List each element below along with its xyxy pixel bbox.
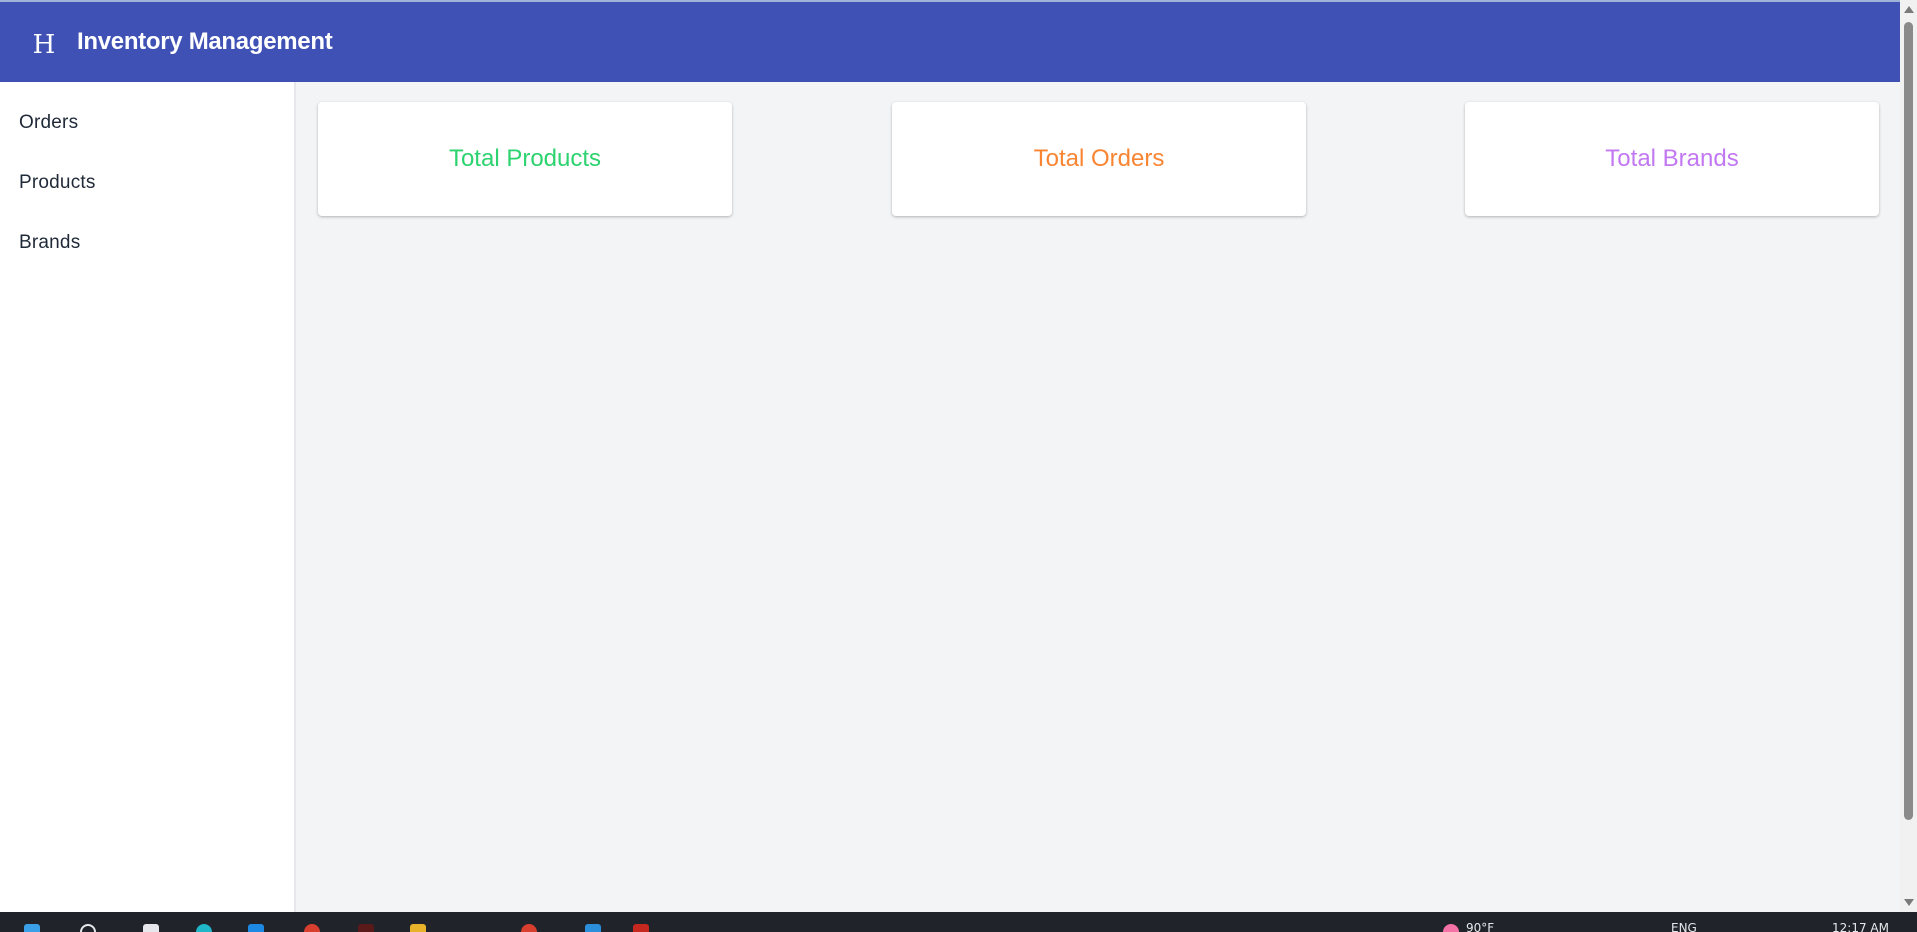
sidebar-item-products[interactable]: Products xyxy=(0,153,294,213)
task-view-icon[interactable] xyxy=(143,924,159,932)
folder-icon[interactable] xyxy=(410,924,426,932)
chrome-active-icon[interactable] xyxy=(521,924,537,932)
scroll-down-arrow-icon[interactable] xyxy=(1904,899,1914,906)
search-icon[interactable] xyxy=(80,924,96,932)
scroll-up-arrow-icon[interactable] xyxy=(1904,6,1914,13)
clock-time[interactable]: 12:17 AM xyxy=(1832,922,1889,932)
sidebar-item-orders[interactable]: Orders xyxy=(0,93,294,153)
browser-viewport: H Inventory Management Orders Products B… xyxy=(0,0,1900,912)
total-orders-label: Total Orders xyxy=(1033,145,1165,172)
language-indicator[interactable]: ENG xyxy=(1671,922,1697,932)
app-header: H Inventory Management xyxy=(0,0,1900,82)
vscode-icon[interactable] xyxy=(585,924,601,932)
total-brands-label: Total Brands xyxy=(1605,145,1739,172)
sidebar: Orders Products Brands xyxy=(0,82,296,912)
total-products-label: Total Products xyxy=(448,145,602,172)
temperature-text: 90°F xyxy=(1466,921,1495,932)
vertical-scrollbar[interactable] xyxy=(1900,0,1917,912)
app-red-icon[interactable] xyxy=(633,924,649,932)
logo-icon[interactable]: H xyxy=(28,32,60,58)
chrome-icon[interactable] xyxy=(304,924,320,932)
windows-start-icon[interactable] xyxy=(24,924,40,932)
os-taskbar: 90°F ENG 12:17 AM xyxy=(0,912,1917,932)
edge-icon[interactable] xyxy=(196,924,212,932)
total-brands-card: Total Brands xyxy=(1465,102,1879,216)
weather-icon[interactable] xyxy=(1443,924,1459,932)
scrollbar-thumb[interactable] xyxy=(1904,22,1913,820)
total-orders-card: Total Orders xyxy=(892,102,1306,216)
file-explorer-icon[interactable] xyxy=(248,924,264,932)
main-content: Total Products Total Orders Total Brands xyxy=(298,82,1900,912)
app-icon[interactable] xyxy=(358,924,374,932)
total-products-card: Total Products xyxy=(318,102,732,216)
sidebar-item-brands[interactable]: Brands xyxy=(0,213,294,273)
app-title: Inventory Management xyxy=(77,28,333,55)
